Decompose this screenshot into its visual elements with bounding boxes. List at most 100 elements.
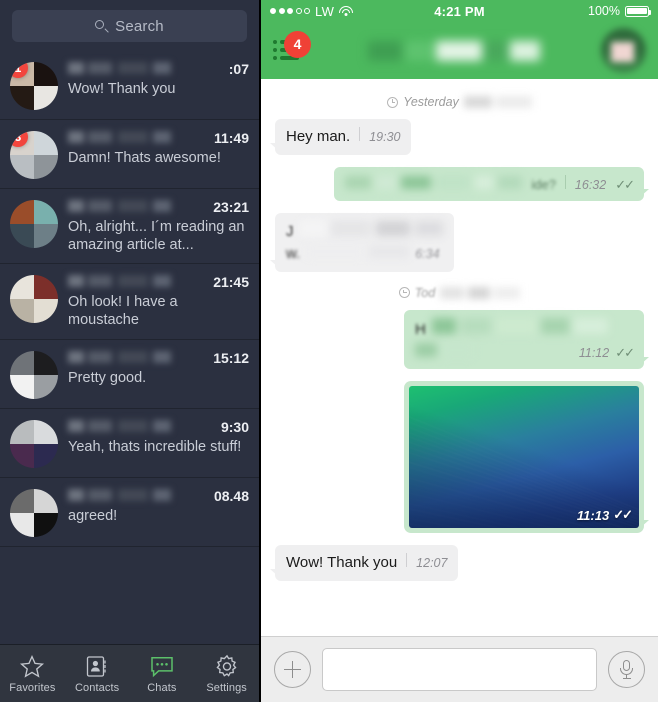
- status-bar: LW 4:21 PM 100%: [261, 0, 658, 22]
- avatar-tile: [34, 351, 58, 375]
- conversation-panel: LW 4:21 PM 100% 4 Yesterday Hey man. 19:…: [261, 0, 658, 702]
- chat-list-item[interactable]: 9:30 Yeah, thats incredible stuff!: [0, 409, 259, 478]
- message-bubble-outgoing[interactable]: H 11:12 ✓✓: [404, 310, 644, 370]
- chat-item-time: 15:12: [213, 350, 249, 366]
- contact-name-redacted: [68, 275, 171, 290]
- tab-favorites-label: Favorites: [9, 682, 55, 694]
- tab-settings[interactable]: Settings: [194, 653, 259, 694]
- contact-name-redacted: [68, 489, 171, 504]
- message-text-partial: ide?: [531, 177, 556, 193]
- chat-item-preview: Yeah, thats incredible stuff!: [68, 439, 249, 457]
- chat-list[interactable]: 1:07 Wow! Thank you 3 11:49 Damn! Thats awes…: [0, 51, 259, 644]
- chat-item-preview: Wow! Thank you: [68, 81, 249, 99]
- chat-bubble-icon: [149, 653, 175, 679]
- search-placeholder: Search: [115, 18, 164, 35]
- chat-item-body: 08.48 agreed!: [68, 487, 249, 526]
- avatar: [10, 489, 58, 537]
- message-bubble-outgoing[interactable]: ide? 16:32 ✓✓: [334, 167, 644, 201]
- message-time: 19:30: [369, 130, 400, 144]
- avatar-tile: [10, 420, 34, 444]
- chat-item-preview: agreed!: [68, 508, 249, 526]
- message-text-redacted: [432, 318, 608, 334]
- read-receipt-icon: ✓✓: [613, 507, 631, 523]
- avatar-tile: [34, 444, 58, 468]
- signal-dot-filled: [279, 8, 285, 14]
- chat-item-preview: Damn! Thats awesome!: [68, 150, 249, 168]
- nav-bar: 4: [261, 22, 658, 79]
- message-text-redacted: [300, 221, 443, 236]
- status-bar-right: 100%: [485, 4, 649, 18]
- chat-list-item[interactable]: 23:21 Oh, alright... I´m reading an amazi…: [0, 189, 259, 264]
- avatar-tile: [10, 200, 34, 224]
- tab-favorites[interactable]: Favorites: [0, 653, 65, 694]
- avatar-tile: [10, 299, 34, 323]
- message-thread[interactable]: Yesterday Hey man. 19:30 ide? 16:32 ✓✓ J…: [261, 79, 658, 636]
- divider-date-redacted: [464, 96, 532, 109]
- chat-item-body: 23:21 Oh, alright... I´m reading an amazi…: [68, 198, 249, 254]
- search-input[interactable]: Search: [12, 10, 247, 42]
- chat-list-item[interactable]: 3 11:49 Damn! Thats awesome!: [0, 120, 259, 189]
- message-row[interactable]: 11:13 ✓✓: [275, 381, 644, 533]
- chat-item-preview: Oh, alright... I´m reading an amazing ar…: [68, 219, 249, 254]
- chat-list-item[interactable]: 08.48 agreed!: [0, 478, 259, 547]
- avatar: 1: [10, 62, 58, 110]
- avatar-tile: [34, 375, 58, 399]
- message-text-partial: H: [415, 321, 426, 340]
- wave-wallpaper-image[interactable]: 11:13 ✓✓: [409, 386, 639, 528]
- avatar-tile: [34, 86, 58, 110]
- avatar-tile: [34, 275, 58, 299]
- message-row[interactable]: Wow! Thank you 12:07: [275, 545, 644, 581]
- message-input[interactable]: [322, 648, 597, 691]
- battery-full-icon: [625, 6, 649, 17]
- avatar-tile: [34, 200, 58, 224]
- chat-list-item[interactable]: 1 :07 Wow! Thank you: [0, 51, 259, 120]
- unread-count-badge: 4: [284, 31, 311, 58]
- meta-separator: [406, 553, 407, 567]
- avatar[interactable]: [601, 28, 646, 73]
- message-composer: [261, 636, 658, 702]
- message-row[interactable]: ide? 16:32 ✓✓: [275, 167, 644, 201]
- voice-record-button[interactable]: [608, 651, 645, 688]
- message-text: Wow! Thank you: [286, 554, 397, 573]
- chat-item-body: 9:30 Yeah, thats incredible stuff!: [68, 418, 249, 457]
- chat-item-header: 9:30: [68, 419, 249, 435]
- avatar-tile: [10, 155, 34, 179]
- chat-list-toggle-button[interactable]: 4: [273, 36, 307, 66]
- message-bubble-incoming[interactable]: Wow! Thank you 12:07: [275, 545, 458, 581]
- message-bubble-photo[interactable]: 11:13 ✓✓: [404, 381, 644, 533]
- clock-icon: [399, 287, 410, 298]
- star-icon: [19, 653, 45, 679]
- attach-button[interactable]: [274, 651, 311, 688]
- avatar-tile: [34, 420, 58, 444]
- tab-bar: Favorites Contacts Chats Settings: [0, 644, 259, 702]
- message-bubble-incoming[interactable]: Hey man. 19:30: [275, 119, 411, 155]
- tab-chats[interactable]: Chats: [130, 653, 195, 694]
- avatar-tile: [10, 351, 34, 375]
- message-row[interactable]: H 11:12 ✓✓: [275, 310, 644, 370]
- signal-dot-filled: [287, 8, 293, 14]
- chat-item-header: :07: [68, 61, 249, 77]
- chat-item-body: 11:49 Damn! Thats awesome!: [68, 129, 249, 168]
- message-bubble-incoming[interactable]: J w. 6:34: [275, 213, 454, 272]
- contact-card-icon: [85, 653, 109, 679]
- date-divider-yesterday: Yesterday: [275, 95, 644, 109]
- avatar-tile: [34, 489, 58, 513]
- chat-item-header: 23:21: [68, 199, 249, 215]
- photo-meta: 11:13 ✓✓: [577, 507, 631, 523]
- contact-name-redacted: [68, 420, 171, 435]
- signal-dot-empty: [296, 8, 302, 14]
- avatar-tile: [34, 224, 58, 248]
- divider-date-redacted: [440, 286, 520, 299]
- avatar-tile: [10, 444, 34, 468]
- chat-list-item[interactable]: 15:12 Pretty good.: [0, 340, 259, 409]
- avatar-tile: [34, 62, 58, 86]
- contact-name-redacted: [68, 131, 171, 146]
- avatar-tile: [34, 299, 58, 323]
- avatar: [10, 200, 58, 248]
- chat-list-item[interactable]: 21:45 Oh look! I have a moustache: [0, 264, 259, 339]
- message-row[interactable]: Hey man. 19:30: [275, 119, 644, 155]
- chat-item-header: 11:49: [68, 130, 249, 146]
- signal-strength-icon: [270, 8, 310, 14]
- tab-contacts[interactable]: Contacts: [65, 653, 130, 694]
- message-row[interactable]: J w. 6:34: [275, 213, 644, 272]
